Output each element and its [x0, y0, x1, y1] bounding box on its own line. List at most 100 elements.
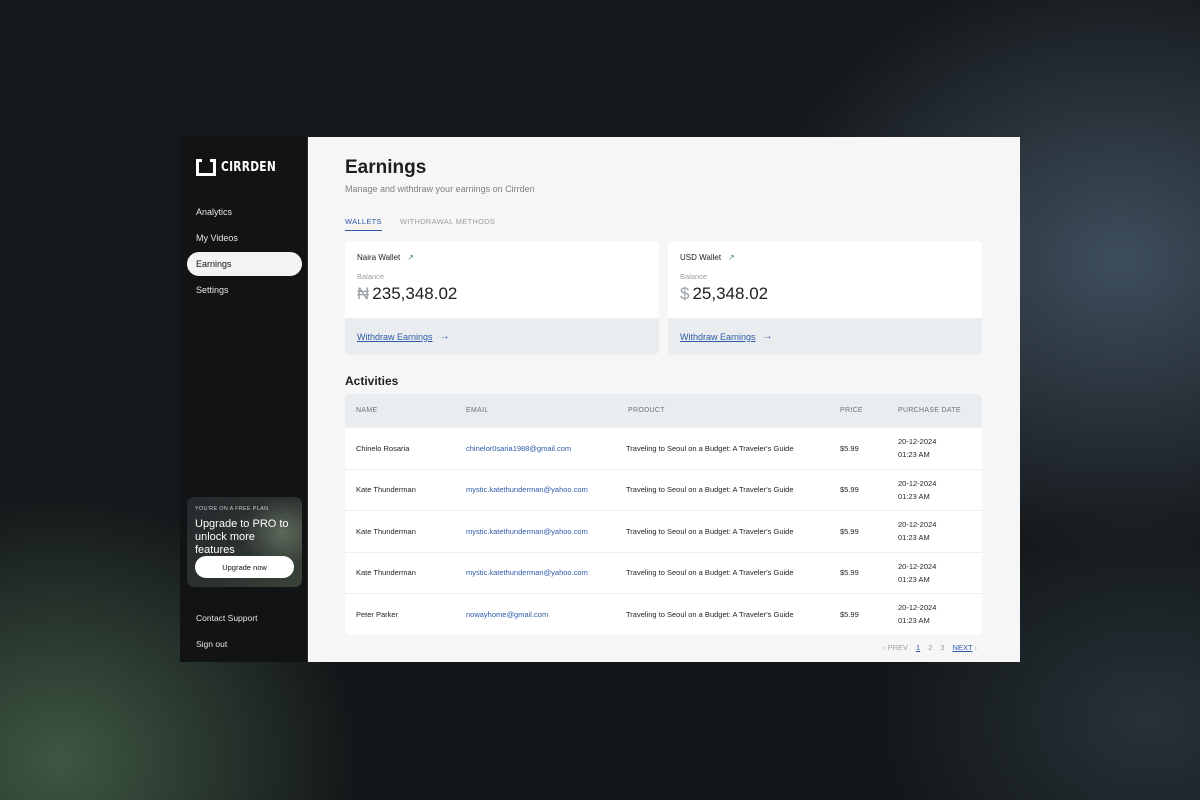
balance-value: 25,348.02	[692, 284, 769, 303]
promo-title: Upgrade to PRO to unlock more features	[195, 518, 289, 556]
page-3-button[interactable]: 3	[940, 643, 944, 652]
cell-product: Traveling to Seoul on a Budget: A Travel…	[626, 443, 794, 453]
sidebar-item-analytics[interactable]: Analytics	[187, 200, 302, 224]
balance-amount: $ 25,348.02	[680, 284, 970, 304]
tabs: WALLETS WITHDRAWAL METHODS	[345, 217, 495, 231]
chevron-right-icon: ›	[972, 643, 978, 652]
arrow-right-icon[interactable]: →	[763, 331, 773, 342]
brand-name: CIRRDEN	[221, 160, 276, 175]
page-2-button[interactable]: 2	[928, 643, 932, 652]
table-row[interactable]: Kate Thunderman mystic.katethunderman@ya…	[345, 468, 982, 511]
cell-price: $5.99	[840, 485, 859, 495]
withdraw-earnings-link[interactable]: Withdraw Earnings	[357, 332, 433, 342]
cell-purchase-date: 20-12-2024 01:23 AM	[898, 435, 982, 461]
next-label: NEXT	[952, 643, 973, 652]
cell-product: Traveling to Seoul on a Budget: A Travel…	[626, 609, 794, 619]
wallet-actions: Withdraw Earnings →	[668, 318, 982, 355]
sidebar-footer: Contact Support Sign out	[196, 605, 257, 657]
balance-label: Balance	[357, 272, 385, 281]
cell-price: $5.99	[840, 443, 859, 453]
sidebar-item-label: Earnings	[196, 259, 232, 269]
prev-page-button[interactable]: ‹ PREV	[883, 643, 908, 652]
purchase-date: 20-12-2024	[898, 561, 937, 571]
cell-name: Kate Thunderman	[356, 485, 416, 495]
naira-wallet-card: Naira Wallet ↗ Balance ₦ 235,348.02 With…	[345, 241, 659, 355]
page-title: Earnings	[345, 157, 427, 178]
sidebar: CIRRDEN Analytics My Videos Earnings Set…	[180, 137, 308, 662]
purchase-date: 20-12-2024	[898, 603, 937, 613]
purchase-time: 01:23 AM	[898, 574, 930, 584]
cell-email[interactable]: mystic.katethunderman@yahoo.com	[466, 527, 626, 536]
table-row[interactable]: Kate Thunderman mystic.katethunderman@ya…	[345, 510, 982, 552]
purchase-time: 01:23 AM	[898, 533, 930, 543]
upgrade-promo-card: YOU'RE ON A FREE PLAN Upgrade to PRO to …	[187, 497, 302, 587]
sidebar-item-label: Analytics	[196, 207, 233, 217]
cell-price: $5.99	[840, 568, 859, 578]
wallet-summary: USD Wallet ↗ Balance $ 25,348.02	[668, 241, 982, 318]
cell-name: Peter Parker	[356, 609, 399, 619]
next-page-button[interactable]: NEXT ›	[953, 643, 977, 652]
column-header-name[interactable]: NAME	[345, 407, 466, 414]
cell-name: Kate Thunderman	[356, 526, 416, 536]
purchase-date: 20-12-2024	[898, 478, 937, 488]
wallet-name: Naira Wallet ↗	[357, 253, 647, 262]
wallet-name-label: USD Wallet	[680, 253, 722, 262]
usd-wallet-card: USD Wallet ↗ Balance $ 25,348.02 Withdra…	[668, 241, 982, 355]
cell-name: Chinelo Rosaria	[356, 443, 410, 453]
cell-name: Kate Thunderman	[356, 568, 416, 578]
sidebar-item-settings[interactable]: Settings	[187, 278, 302, 302]
activities-table: NAME EMAIL PRODUCT PRICE PURCHASE DATE C…	[345, 394, 982, 635]
app-window: CIRRDEN Analytics My Videos Earnings Set…	[180, 137, 1020, 662]
plan-kicker: YOU'RE ON A FREE PLAN	[195, 506, 269, 512]
cell-purchase-date: 20-12-2024 01:23 AM	[898, 518, 982, 544]
brand-logo[interactable]: CIRRDEN	[196, 159, 288, 176]
contact-support-link[interactable]: Contact Support	[196, 605, 257, 631]
cell-product: Traveling to Seoul on a Budget: A Travel…	[626, 485, 794, 495]
tab-withdrawal-methods[interactable]: WITHDRAWAL METHODS	[400, 217, 495, 231]
purchase-date: 20-12-2024	[898, 437, 937, 447]
cirrden-logo-icon	[196, 159, 216, 176]
wallet-name-label: Naira Wallet	[357, 253, 401, 262]
tab-wallets[interactable]: WALLETS	[345, 217, 382, 231]
cell-purchase-date: 20-12-2024 01:23 AM	[898, 601, 982, 627]
table-row[interactable]: Peter Parker nowayhome@gmail.com Traveli…	[345, 593, 982, 635]
sidebar-item-earnings[interactable]: Earnings	[187, 252, 302, 276]
column-header-purchase-date[interactable]: PURCHASE DATE	[898, 407, 982, 414]
column-header-email[interactable]: EMAIL	[466, 407, 626, 414]
page-subtitle: Manage and withdraw your earnings on Cir…	[345, 184, 535, 194]
arrow-up-right-icon[interactable]: ↗	[407, 253, 414, 262]
sidebar-item-label: My Videos	[196, 233, 238, 243]
cell-purchase-date: 20-12-2024 01:23 AM	[898, 560, 982, 586]
cell-email[interactable]: mystic.katethunderman@yahoo.com	[466, 485, 626, 494]
arrow-right-icon[interactable]: →	[440, 331, 450, 342]
cell-email[interactable]: chinelor0saria1988@gmail.com	[466, 444, 626, 453]
column-header-price[interactable]: PRICE	[840, 407, 898, 414]
cell-email[interactable]: nowayhome@gmail.com	[466, 610, 626, 619]
cell-email[interactable]: mystic.katethunderman@yahoo.com	[466, 568, 626, 577]
table-header: NAME EMAIL PRODUCT PRICE PURCHASE DATE	[345, 394, 982, 427]
table-row[interactable]: Kate Thunderman mystic.katethunderman@ya…	[345, 551, 982, 594]
sidebar-nav: Analytics My Videos Earnings Settings	[187, 200, 302, 304]
upgrade-now-button[interactable]: Upgrade now	[195, 556, 294, 578]
cell-price: $5.99	[840, 609, 859, 619]
wallet-name: USD Wallet ↗	[680, 253, 970, 262]
cell-product: Traveling to Seoul on a Budget: A Travel…	[626, 526, 794, 536]
arrow-up-right-icon[interactable]: ↗	[728, 253, 735, 262]
sign-out-link[interactable]: Sign out	[196, 631, 257, 657]
wallet-cards: Naira Wallet ↗ Balance ₦ 235,348.02 With…	[345, 241, 982, 355]
sidebar-item-label: Settings	[196, 285, 229, 295]
purchase-time: 01:23 AM	[898, 491, 930, 501]
wallet-actions: Withdraw Earnings →	[345, 318, 659, 355]
sidebar-item-my-videos[interactable]: My Videos	[187, 226, 302, 250]
activities-title: Activities	[345, 374, 399, 388]
cell-purchase-date: 20-12-2024 01:23 AM	[898, 477, 982, 503]
column-header-product[interactable]: PRODUCT	[626, 407, 840, 414]
table-row[interactable]: Chinelo Rosaria chinelor0saria1988@gmail…	[345, 427, 982, 469]
withdraw-earnings-link[interactable]: Withdraw Earnings	[680, 332, 756, 342]
wallet-summary: Naira Wallet ↗ Balance ₦ 235,348.02	[345, 241, 659, 318]
page-1-button[interactable]: 1	[916, 643, 920, 652]
purchase-time: 01:23 AM	[898, 450, 930, 460]
main-content: Earnings Manage and withdraw your earnin…	[308, 137, 1020, 662]
balance-amount: ₦ 235,348.02	[357, 284, 647, 304]
balance-label: Balance	[680, 272, 708, 281]
